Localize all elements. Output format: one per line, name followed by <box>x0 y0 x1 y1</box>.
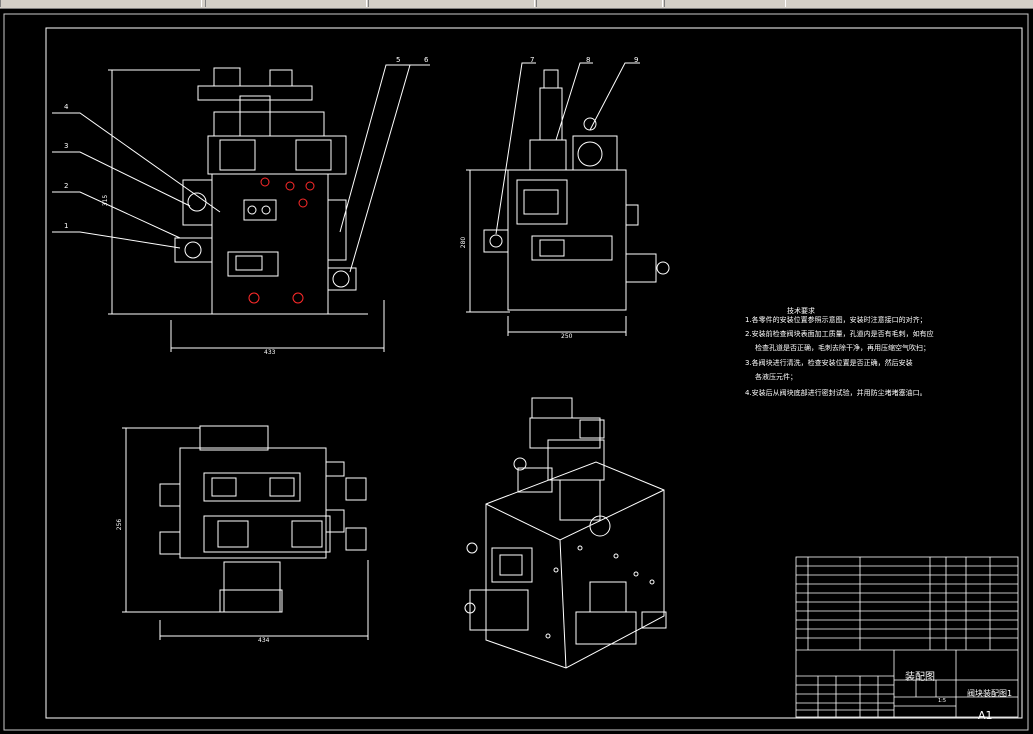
tech-req-3: 3.各阀块进行清洗，检查安装位置是否正确，然后安装 <box>745 359 913 367</box>
tech-req-2b: 检查孔道是否正确，毛刺去除干净，再用压缩空气吹扫； <box>755 344 930 352</box>
balloon-8: 8 <box>586 56 591 64</box>
balloon-9: 9 <box>634 56 639 64</box>
dim-side-width: 250 <box>561 333 573 340</box>
dim-front-height: 315 <box>102 194 110 207</box>
balloon-2: 2 <box>64 182 69 190</box>
dim-front-width: 433 <box>264 349 276 356</box>
dim-side-height: 280 <box>460 236 468 249</box>
tab-4[interactable] <box>536 0 663 7</box>
front-view <box>52 64 430 352</box>
toolbar <box>0 0 1033 9</box>
balloon-6: 6 <box>424 56 429 64</box>
tab-3[interactable] <box>368 0 535 7</box>
sheet-border <box>3 13 1029 731</box>
tech-req-2: 2.安装前检查阀块表面加工质量，孔道内是否有毛刺，如有应 <box>745 330 934 338</box>
tech-req-1: 1.各零件的安装位置参照示意图，安装时注意接口的对齐； <box>745 316 927 324</box>
dim-top-width: 434 <box>258 637 270 644</box>
title-block-title: 装配图 <box>905 672 935 683</box>
drawing-frame <box>45 27 1023 719</box>
tech-req-4: 4.安装后从阀块底部进行密封试验，并用防尘堵堵塞油口。 <box>745 389 927 397</box>
dim-top-height: 256 <box>116 518 124 531</box>
tab-5[interactable] <box>664 0 786 7</box>
top-view <box>122 425 369 640</box>
balloon-4: 4 <box>64 103 69 111</box>
tab-1[interactable] <box>0 0 202 7</box>
balloon-3: 3 <box>64 142 69 150</box>
cad-drawing <box>3 13 1029 731</box>
balloon-5: 5 <box>396 56 401 64</box>
drawing-canvas[interactable]: 315 433 280 250 256 434 1 2 3 4 5 6 7 8 … <box>0 9 1033 734</box>
balloon-7: 7 <box>530 56 535 64</box>
side-view <box>466 62 670 336</box>
title-block-size: A1 <box>978 709 993 722</box>
balloon-1: 1 <box>64 222 69 230</box>
iso-view <box>464 397 667 669</box>
title-block-scale: 1:5 <box>938 698 947 704</box>
title-block-name: 阀块装配图1 <box>967 689 1013 698</box>
tab-2[interactable] <box>205 0 367 7</box>
tech-req-3b: 各液压元件； <box>755 373 797 381</box>
